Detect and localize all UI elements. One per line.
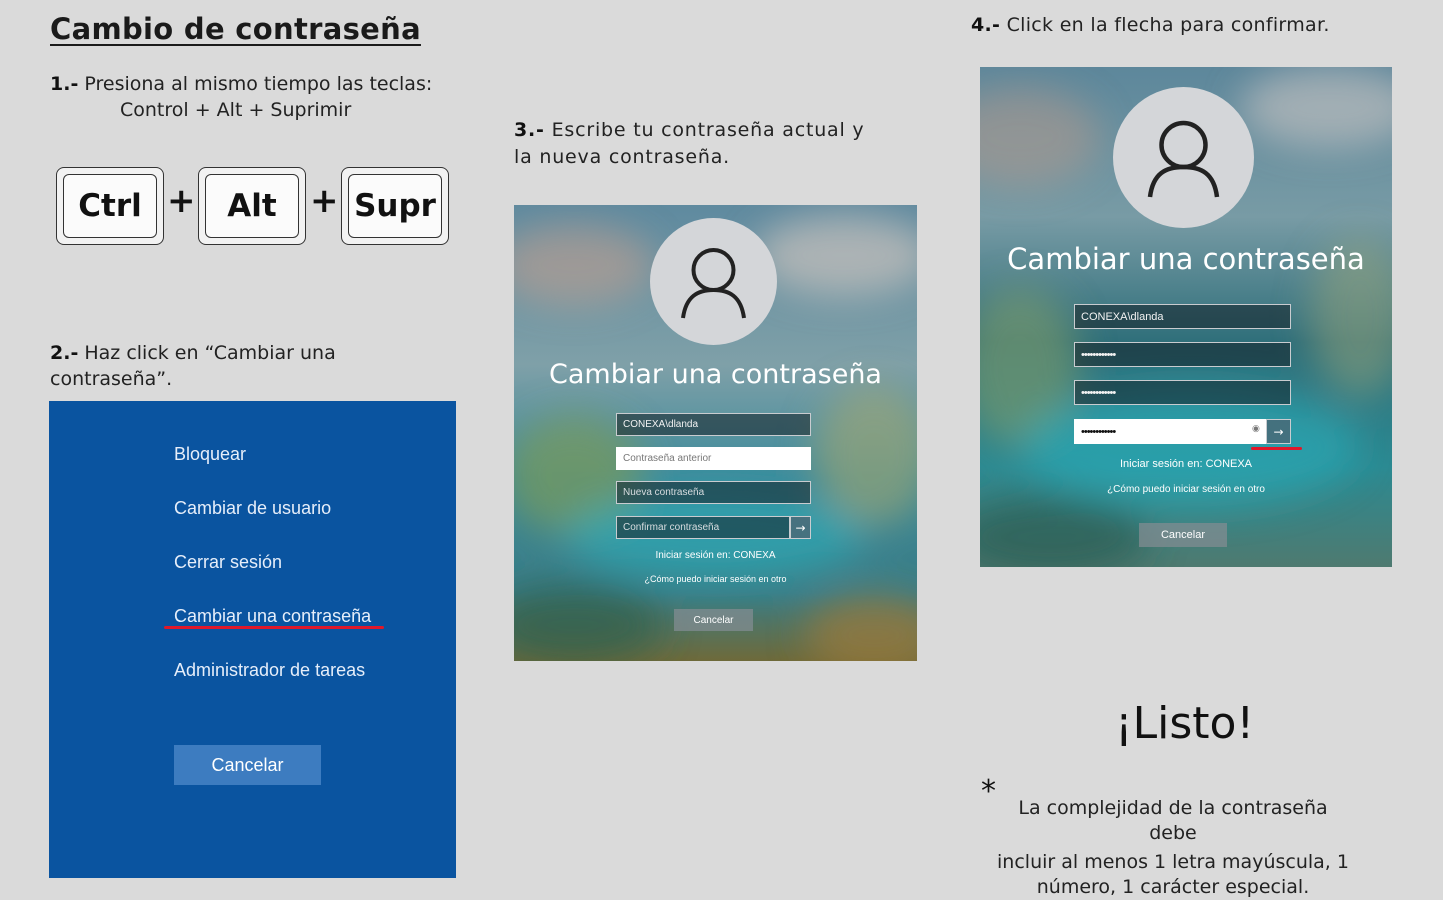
step3-instruction-cont: la nueva contraseña.: [514, 146, 730, 168]
menu-item-sign-out[interactable]: Cerrar sesión: [174, 552, 282, 573]
reveal-password-icon[interactable]: ◉: [1252, 424, 1260, 434]
note-line: número, 1 carácter especial.: [1036, 876, 1310, 898]
old-password-field[interactable]: Contraseña anterior: [616, 447, 811, 470]
signin-domain: Iniciar sesión en: CONEXA: [655, 550, 776, 561]
change-password-screen-empty: Cambiar una contraseña CONEXA\dlanda Con…: [514, 205, 917, 661]
submit-arrow-icon[interactable]: →: [1266, 419, 1291, 444]
step4-instruction: Click en la flecha para confirmar.: [1006, 14, 1330, 36]
menu-item-switch-user[interactable]: Cambiar de usuario: [174, 498, 331, 519]
security-options-menu: Bloquear Cambiar de usuario Cerrar sesió…: [49, 401, 456, 878]
plus-sign: +: [310, 181, 339, 221]
step1-keys-line: Control + Alt + Suprimir: [120, 99, 352, 121]
step2-number: 2.-: [50, 342, 79, 364]
supr-key: Supr: [341, 167, 449, 245]
howto-link[interactable]: ¿Cómo puedo iniciar sesión en otro: [514, 574, 917, 584]
user-icon: [681, 248, 746, 319]
alt-key: Alt: [198, 167, 306, 245]
ctrl-key: Ctrl: [56, 167, 164, 245]
step4-number: 4.-: [971, 14, 1001, 36]
step3-number: 3.-: [514, 119, 545, 141]
step4-text: 4.- Click en la flecha para confirmar.: [971, 12, 1330, 38]
page-title: Cambio de contraseña: [50, 12, 421, 46]
screen-heading: Cambiar una contraseña: [1007, 242, 1365, 276]
ctrl-key-label: Ctrl: [63, 174, 157, 238]
menu-item-task-manager[interactable]: Administrador de tareas: [174, 660, 365, 681]
confirm-password-field[interactable]: ••••••••••••: [1074, 419, 1266, 444]
done-heading: ¡Listo!: [1115, 698, 1255, 749]
user-avatar: [650, 218, 777, 345]
username-field[interactable]: CONEXA\dlanda: [616, 413, 811, 436]
change-password-screen-filled: Cambiar una contraseña CONEXA\dlanda •••…: [980, 67, 1392, 567]
step1-number: 1.-: [50, 73, 79, 95]
step2-text: 2.- Haz click en “Cambiar una: [50, 340, 336, 366]
cancel-button[interactable]: Cancelar: [674, 609, 753, 631]
highlight-underline: [164, 626, 384, 629]
highlight-underline: [1251, 447, 1302, 450]
old-password-field[interactable]: ••••••••••••: [1074, 342, 1291, 367]
submit-arrow-icon[interactable]: →: [790, 516, 811, 539]
howto-link[interactable]: ¿Cómo puedo iniciar sesión en otro: [980, 484, 1392, 495]
plus-sign: +: [167, 181, 196, 221]
supr-key-label: Supr: [348, 174, 442, 238]
menu-item-change-password[interactable]: Cambiar una contraseña: [174, 606, 371, 627]
cancel-button[interactable]: Cancelar: [1139, 523, 1227, 547]
signin-domain: Iniciar sesión en: CONEXA: [1119, 458, 1253, 470]
cancel-button[interactable]: Cancelar: [174, 745, 321, 785]
step2-instruction: Haz click en “Cambiar una: [84, 342, 336, 364]
note-line: La complejidad de la contraseña debe: [1018, 797, 1328, 844]
step1-text: 1.- Presiona al mismo tiempo las teclas:: [50, 71, 432, 97]
confirm-password-field[interactable]: Confirmar contraseña: [616, 516, 790, 539]
step1-instruction: Presiona al mismo tiempo las teclas:: [84, 73, 433, 95]
alt-key-label: Alt: [205, 174, 299, 238]
user-icon: [1147, 120, 1220, 198]
step2-instruction-cont: contraseña”.: [50, 368, 173, 390]
password-complexity-note: La complejidad de la contraseña debe inc…: [993, 796, 1353, 900]
new-password-field[interactable]: Nueva contraseña: [616, 481, 811, 504]
menu-item-lock[interactable]: Bloquear: [174, 444, 246, 465]
screen-heading: Cambiar una contraseña: [549, 359, 882, 390]
note-line: incluir al menos 1 letra mayúscula, 1: [997, 851, 1349, 873]
step3-instruction: Escribe tu contraseña actual y: [551, 119, 865, 141]
new-password-field[interactable]: ••••••••••••: [1074, 380, 1291, 405]
username-field[interactable]: CONEXA\dlanda: [1074, 304, 1291, 329]
step3-text: 3.- Escribe tu contraseña actual y: [514, 117, 864, 143]
user-avatar: [1113, 87, 1254, 228]
